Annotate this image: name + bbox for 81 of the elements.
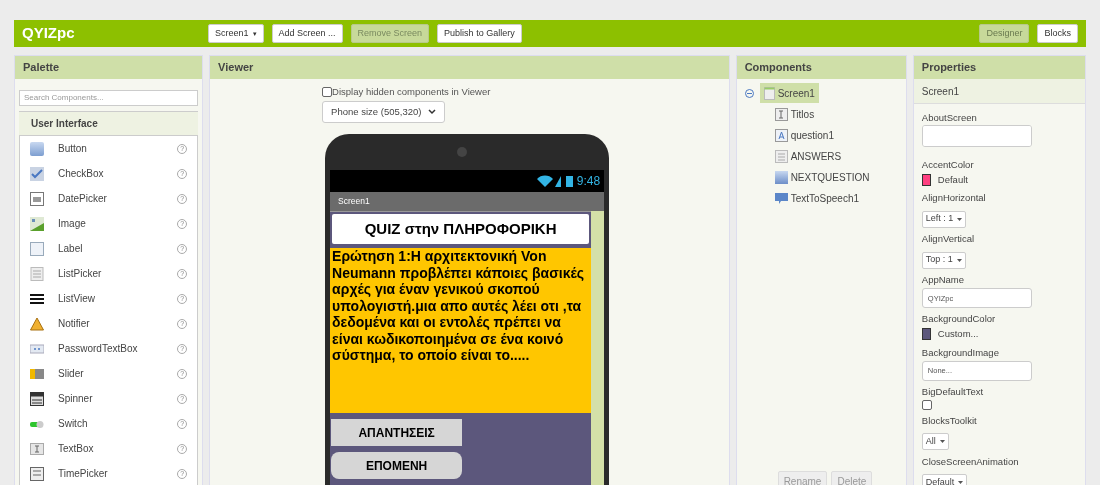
image-icon	[30, 216, 44, 231]
property-dropdown[interactable]: All	[921, 432, 949, 450]
panel-header: Palette	[15, 56, 203, 79]
tree-item[interactable]: question1	[789, 128, 835, 143]
phone-button[interactable]: ΕΠΟΜΕΝΗ	[331, 452, 463, 480]
panel-header: Components	[736, 56, 906, 79]
warning-icon	[30, 316, 44, 331]
property-name: BackgroundImage	[921, 346, 1000, 359]
password-icon	[30, 341, 44, 356]
list-icon	[30, 266, 44, 281]
palette-item[interactable]: Label	[58, 241, 164, 256]
textbox-icon	[30, 441, 44, 456]
palette-item[interactable]: Slider	[58, 366, 164, 381]
palette-item[interactable]: Notifier	[58, 316, 164, 331]
app-title: QYIZpc	[22, 23, 76, 44]
property-name: AlignHorizontal	[921, 192, 987, 205]
tree-item[interactable]: Screen1	[759, 83, 819, 103]
size-dropdown[interactable]: Phone size (505,320)	[322, 101, 446, 124]
battery-icon	[565, 175, 573, 188]
screen-title-bar: Screen1	[330, 192, 605, 212]
status-time: 9:48	[576, 173, 601, 191]
palette-item[interactable]: CheckBox	[58, 166, 164, 181]
caret-icon	[939, 439, 945, 443]
menu-icon	[30, 291, 44, 306]
properties-subject: Screen1	[913, 79, 1085, 104]
color-value[interactable]: Custom...	[937, 327, 979, 342]
chevron-icon	[428, 109, 437, 116]
caret-icon	[957, 217, 963, 221]
property-dropdown[interactable]: Default	[921, 473, 968, 485]
question-label: Ερώτηση 1:Η αρχιτεκτονική Von Neumann προβλέπει κάποιες βασικές αρχές για έναν γενικού σκοπού υπολογιστή.μια απο αυτές λέει οτι ,τα δεδομένα και οι εντολές πρέπει να είναι κωδικοποιημένα σε ένα κοινό σύστημα, το οποίο είναι το.....	[330, 248, 592, 414]
property-name: AlignVertical	[921, 233, 976, 246]
property-name: BlocksToolkit	[921, 414, 978, 427]
panel-header: Viewer	[210, 56, 729, 79]
phone-button[interactable]: ΑΠΑΝΤΗΣΕΙΣ	[331, 419, 463, 447]
property-name: BackgroundColor	[921, 313, 997, 326]
speech-bubble-icon	[774, 192, 788, 205]
tree-item[interactable]: Titlos	[789, 107, 816, 122]
spinner-icon	[30, 391, 44, 406]
palette-item[interactable]: Button	[58, 141, 164, 156]
panel-header: Properties	[913, 56, 1085, 79]
category-header[interactable]: User Interface	[19, 111, 199, 135]
tree-item[interactable]: ANSWERS	[789, 149, 843, 164]
checkbox[interactable]	[921, 399, 932, 410]
palette-item[interactable]: ListView	[58, 291, 164, 306]
caret-icon	[958, 480, 964, 484]
palette-item[interactable]: Image	[58, 216, 164, 231]
slider-icon	[30, 366, 44, 381]
caret-icon	[956, 258, 962, 262]
property-name: AccentColor	[921, 159, 975, 171]
property-name: CloseScreenAnimation	[921, 455, 1020, 468]
tree-item[interactable]: TextToSpeech1	[789, 191, 860, 206]
property-name: AppName	[921, 274, 966, 287]
palette-item[interactable]: DatePicker	[58, 191, 164, 206]
camera-icon	[456, 146, 469, 159]
palette-item[interactable]: ListPicker	[58, 266, 164, 281]
checkbox-label: Display hidden components in Viewer	[332, 85, 491, 99]
property-name: AboutScreen	[921, 112, 978, 124]
checkbox-icon	[30, 166, 44, 181]
wifi-signal-icon	[535, 175, 562, 188]
tree-item[interactable]: NEXTQUESTION	[789, 170, 871, 185]
palette-item[interactable]: TimePicker	[58, 466, 164, 481]
mode-tab[interactable]: Blocks	[1037, 24, 1078, 43]
screen-icon	[763, 86, 775, 100]
list-icon	[774, 150, 788, 163]
toolbar-button[interactable]: Publish to Gallery	[437, 24, 522, 43]
textbox-icon	[774, 108, 788, 121]
button-icon	[30, 141, 44, 156]
button-icon	[774, 171, 788, 184]
checkbox[interactable]	[322, 87, 333, 98]
toolbar-button[interactable]: Add Screen ...	[271, 24, 343, 43]
palette-item[interactable]: Spinner	[58, 391, 164, 406]
search-field[interactable]: Search Components...	[19, 89, 199, 106]
palette-item[interactable]: TextBox	[58, 441, 164, 456]
palette-item[interactable]: PasswordTextBox	[58, 341, 164, 356]
color-swatch[interactable]	[921, 328, 931, 341]
property-name: BigDefaultText	[921, 385, 985, 398]
color-swatch[interactable]	[921, 174, 931, 187]
color-value[interactable]: Default	[937, 173, 968, 188]
property-dropdown[interactable]: Top : 1	[921, 251, 966, 269]
property-dropdown[interactable]: Left : 1	[921, 210, 967, 228]
palette-item[interactable]: Switch	[58, 416, 164, 431]
